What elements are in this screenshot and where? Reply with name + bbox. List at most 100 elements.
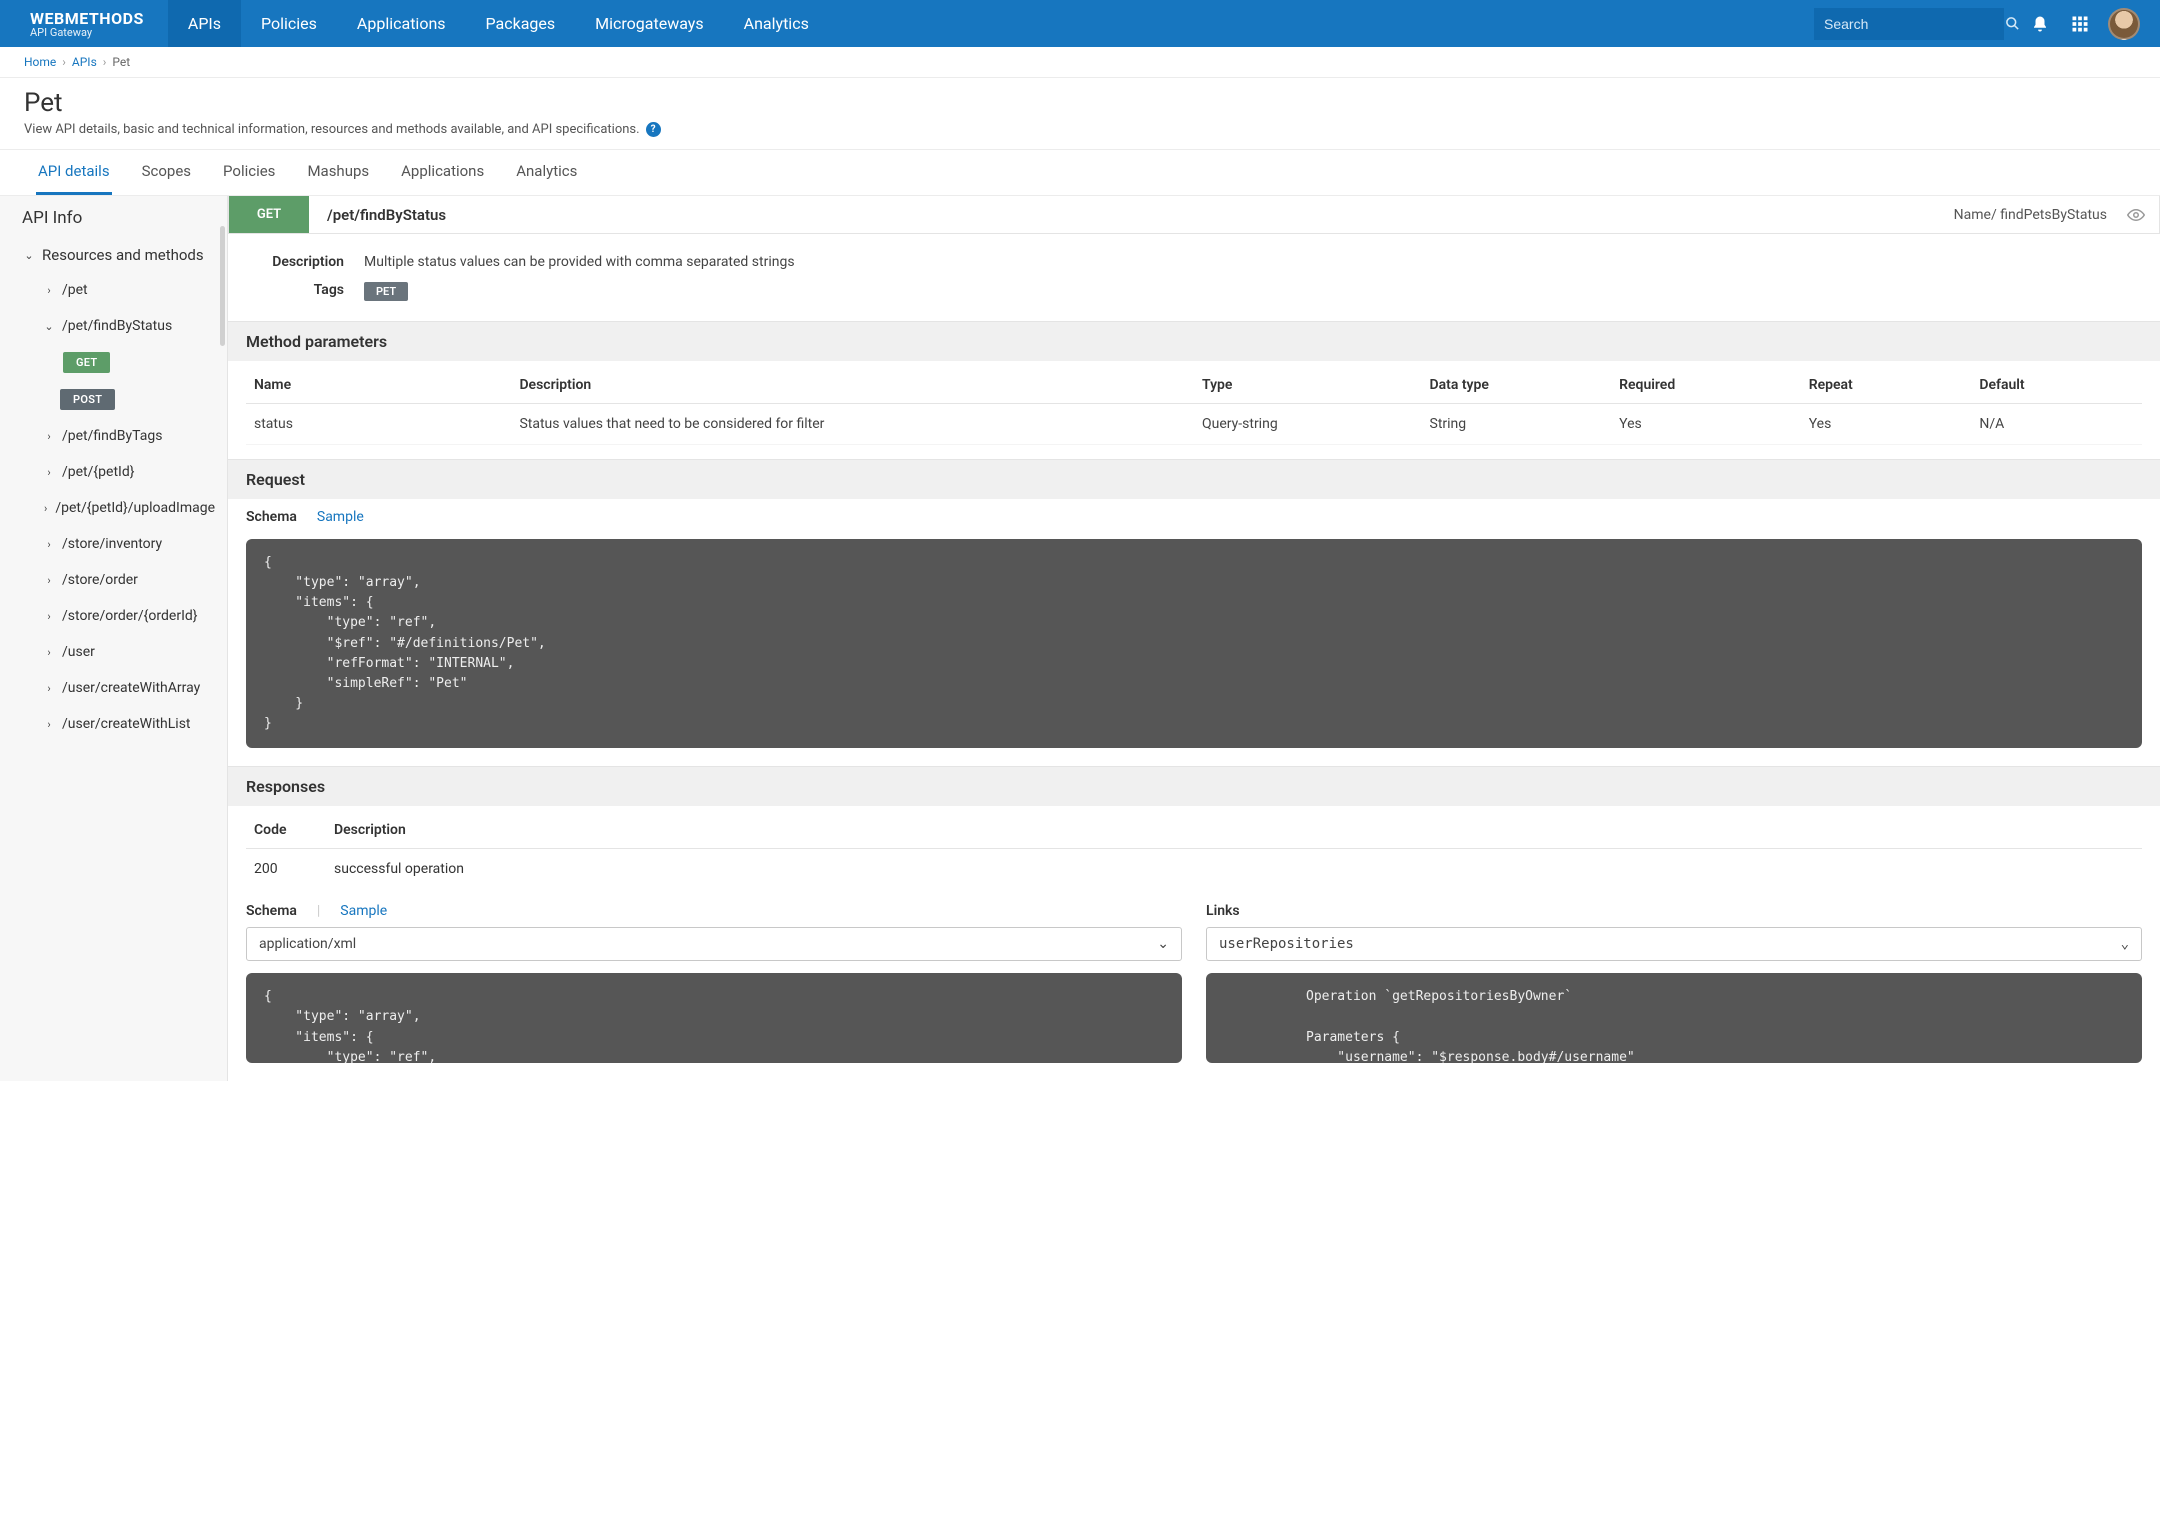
chevron-down-icon: ⌄ bbox=[24, 249, 34, 262]
col-required: Required bbox=[1611, 367, 1801, 404]
subtab-sample[interactable]: Sample bbox=[317, 509, 364, 525]
chevron-right-icon: › bbox=[44, 718, 54, 731]
nav-policies[interactable]: Policies bbox=[241, 0, 337, 47]
chevron-right-icon: › bbox=[44, 466, 54, 479]
col-name: Name bbox=[246, 367, 511, 404]
resource-pet-uploadimage[interactable]: ›/pet/{petId}/uploadImage bbox=[0, 490, 227, 526]
nav-packages[interactable]: Packages bbox=[466, 0, 576, 47]
resource-pet-findbystatus[interactable]: ⌄/pet/findByStatus bbox=[0, 308, 227, 344]
help-icon[interactable]: ? bbox=[646, 122, 661, 137]
links-column: Links userRepositories ⌄ Operation `getR… bbox=[1206, 895, 2142, 1063]
description-value: Multiple status values can be provided w… bbox=[364, 254, 2136, 270]
chevron-right-icon: › bbox=[44, 538, 54, 551]
resource-user-createwithlist[interactable]: ›/user/createWithList bbox=[0, 706, 227, 742]
method-path: /pet/findByStatus bbox=[309, 206, 464, 224]
chevron-right-icon: › bbox=[44, 502, 47, 515]
request-subtabs: Schema Sample bbox=[228, 499, 2160, 535]
schema-format-select[interactable]: application/xml ⌄ bbox=[246, 927, 1182, 961]
tag-chip[interactable]: PET bbox=[364, 282, 408, 301]
resource-store-order[interactable]: ›/store/order bbox=[0, 562, 227, 598]
resource-store-inventory[interactable]: ›/store/inventory bbox=[0, 526, 227, 562]
notifications-icon[interactable] bbox=[2020, 0, 2060, 47]
chevron-down-icon: ⌄ bbox=[1157, 936, 1169, 952]
method-post[interactable]: POST bbox=[0, 381, 227, 418]
tags-label: Tags bbox=[264, 282, 364, 301]
tab-applications[interactable]: Applications bbox=[399, 150, 486, 195]
param-row: status Status values that need to be con… bbox=[246, 404, 2142, 445]
resource-pet-findbytags[interactable]: ›/pet/findByTags bbox=[0, 418, 227, 454]
top-nav: APIs Policies Applications Packages Micr… bbox=[168, 0, 829, 47]
tab-api-details[interactable]: API details bbox=[36, 150, 112, 195]
chevron-right-icon: › bbox=[44, 682, 54, 695]
tab-policies[interactable]: Policies bbox=[221, 150, 277, 195]
resource-user-createwitharray[interactable]: ›/user/createWithArray bbox=[0, 670, 227, 706]
content-pane: GET /pet/findByStatus Name/ findPetsBySt… bbox=[228, 196, 2160, 1081]
search-box[interactable] bbox=[1814, 8, 2004, 40]
resource-pet[interactable]: ›/pet bbox=[0, 272, 227, 308]
chevron-right-icon: › bbox=[44, 430, 54, 443]
brand-secondary: API Gateway bbox=[30, 26, 144, 39]
topbar: WEBMETHODS API Gateway APIs Policies App… bbox=[0, 0, 2160, 47]
col-datatype: Data type bbox=[1422, 367, 1612, 404]
col-code: Code bbox=[246, 812, 326, 849]
breadcrumb-sep: › bbox=[62, 55, 66, 69]
sidebar-api-info[interactable]: API Info bbox=[0, 196, 227, 238]
search-input[interactable] bbox=[1824, 16, 2005, 32]
schema-label[interactable]: Schema bbox=[246, 903, 297, 919]
page-title: Pet bbox=[24, 88, 2136, 118]
method-meta: Description Multiple status values can b… bbox=[228, 234, 2160, 321]
section-request: Request bbox=[228, 459, 2160, 499]
nav-apis[interactable]: APIs bbox=[168, 0, 241, 47]
col-default: Default bbox=[1971, 367, 2142, 404]
sidebar-group-resources[interactable]: ⌄ Resources and methods bbox=[0, 238, 227, 272]
tab-mashups[interactable]: Mashups bbox=[305, 150, 371, 195]
method-get[interactable]: GET bbox=[0, 344, 227, 381]
sample-link[interactable]: Sample bbox=[340, 903, 387, 919]
breadcrumb-home[interactable]: Home bbox=[24, 55, 56, 69]
resource-user[interactable]: ›/user bbox=[0, 634, 227, 670]
search-icon[interactable] bbox=[2005, 16, 2020, 31]
section-responses: Responses bbox=[228, 766, 2160, 806]
method-header: GET /pet/findByStatus Name/ findPetsBySt… bbox=[228, 196, 2160, 234]
breadcrumb-current: Pet bbox=[112, 55, 130, 69]
chevron-right-icon: › bbox=[44, 284, 54, 297]
breadcrumb: Home › APIs › Pet bbox=[0, 47, 2160, 78]
sidebar: API Info ⌄ Resources and methods ›/pet ⌄… bbox=[0, 196, 228, 1081]
page-tabs: API details Scopes Policies Mashups Appl… bbox=[0, 150, 2160, 196]
resource-tree: ›/pet ⌄/pet/findByStatus GET POST ›/pet/… bbox=[0, 272, 227, 762]
links-label: Links bbox=[1206, 903, 1240, 919]
col-repeat: Repeat bbox=[1801, 367, 1972, 404]
col-desc: Description bbox=[326, 812, 2142, 849]
breadcrumb-sep: › bbox=[103, 55, 107, 69]
response-links-code[interactable]: Operation `getRepositoriesByOwner` Param… bbox=[1206, 973, 2142, 1063]
breadcrumb-apis[interactable]: APIs bbox=[72, 55, 97, 69]
subtab-schema[interactable]: Schema bbox=[246, 509, 297, 525]
response-row: 200 successful operation bbox=[246, 849, 2142, 890]
col-type: Type bbox=[1194, 367, 1422, 404]
col-description: Description bbox=[511, 367, 1194, 404]
response-schema-code[interactable]: { "type": "array", "items": { "type": "r… bbox=[246, 973, 1182, 1063]
chevron-down-icon: ⌄ bbox=[2121, 936, 2129, 952]
nav-microgateways[interactable]: Microgateways bbox=[575, 0, 723, 47]
section-method-parameters: Method parameters bbox=[228, 321, 2160, 361]
resource-store-order-orderid[interactable]: ›/store/order/{orderId} bbox=[0, 598, 227, 634]
tab-scopes[interactable]: Scopes bbox=[140, 150, 193, 195]
schema-column: Schema | Sample application/xml ⌄ { "typ… bbox=[246, 895, 1182, 1063]
apps-grid-icon[interactable] bbox=[2060, 0, 2100, 47]
page-subtitle: View API details, basic and technical in… bbox=[24, 122, 640, 137]
chevron-right-icon: › bbox=[44, 646, 54, 659]
links-select[interactable]: userRepositories ⌄ bbox=[1206, 927, 2142, 961]
chevron-right-icon: › bbox=[44, 610, 54, 623]
user-avatar[interactable] bbox=[2108, 8, 2140, 40]
chevron-down-icon: ⌄ bbox=[44, 320, 54, 333]
resource-pet-petid[interactable]: ›/pet/{petId} bbox=[0, 454, 227, 490]
brand-logo[interactable]: WEBMETHODS API Gateway bbox=[0, 0, 168, 47]
request-code[interactable]: { "type": "array", "items": { "type": "r… bbox=[246, 539, 2142, 748]
sidebar-group-label: Resources and methods bbox=[42, 246, 204, 264]
visibility-icon[interactable] bbox=[2121, 206, 2159, 224]
main-layout: API Info ⌄ Resources and methods ›/pet ⌄… bbox=[0, 196, 2160, 1081]
tab-analytics[interactable]: Analytics bbox=[514, 150, 579, 195]
nav-analytics[interactable]: Analytics bbox=[724, 0, 829, 47]
operation-name: Name/ findPetsByStatus bbox=[1954, 207, 2121, 223]
nav-applications[interactable]: Applications bbox=[337, 0, 466, 47]
